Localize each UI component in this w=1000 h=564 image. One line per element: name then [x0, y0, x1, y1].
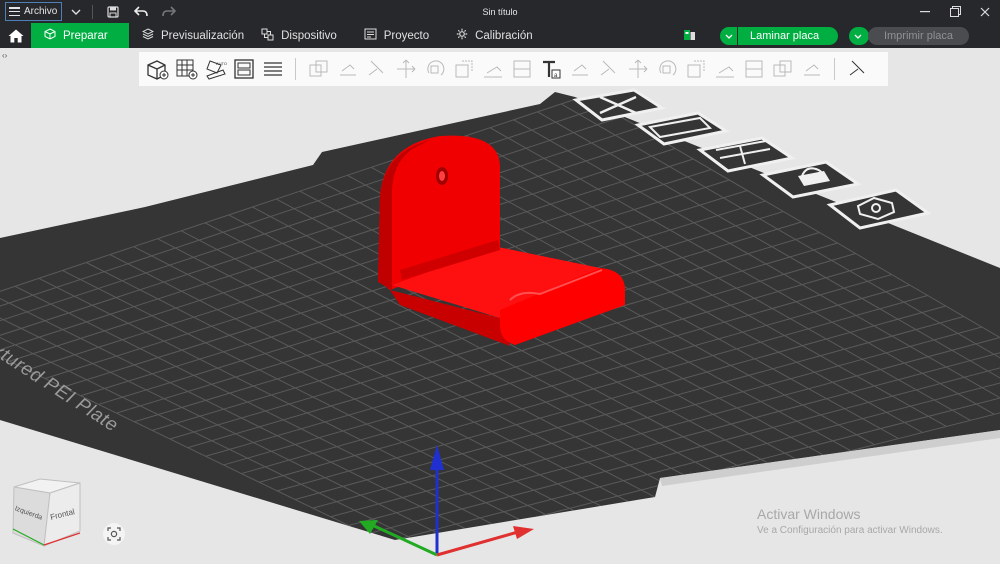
arrange-icon-graphic [233, 59, 254, 79]
split-parts-icon-graphic [687, 60, 704, 78]
layers-icon [141, 28, 155, 43]
cut-icon[interactable] [420, 55, 449, 83]
project-icon [364, 28, 377, 43]
assembly-icon[interactable] [623, 55, 652, 83]
title-bar: Archivo Sin título [0, 0, 1000, 23]
device-icon [261, 28, 274, 44]
file-menu-button[interactable]: Archivo [5, 2, 62, 21]
tab-label: Calibración [475, 29, 533, 42]
home-icon[interactable] [0, 23, 31, 48]
measure-icon[interactable] [594, 55, 623, 83]
emboss-icon-graphic [773, 60, 791, 77]
variable-layer-icon-graphic [715, 66, 734, 78]
lay-on-face-icon-graphic [396, 59, 415, 78]
split-objects-icon-graphic [658, 60, 676, 76]
tab-dispositivo[interactable]: Dispositivo [257, 23, 350, 48]
tab-label: Dispositivo [281, 29, 337, 42]
emboss-icon[interactable] [768, 55, 797, 83]
tab-calibracion[interactable]: Calibración [442, 23, 546, 48]
arrange-icon[interactable] [229, 55, 258, 83]
toolbar-separator [834, 58, 835, 80]
hamburger-icon [9, 7, 20, 16]
assembly-view-icon[interactable] [843, 55, 872, 83]
tab-proyecto[interactable]: Proyecto [350, 23, 442, 48]
camera-icon [107, 527, 121, 541]
move-icon[interactable] [304, 55, 333, 83]
print-plate-dropdown[interactable] [849, 27, 869, 45]
close-icon[interactable] [970, 0, 1000, 23]
measure-icon-graphic [600, 60, 615, 76]
support-paint-icon[interactable] [478, 55, 507, 83]
add-object-icon[interactable] [142, 55, 171, 83]
split-parts-icon[interactable] [681, 55, 710, 83]
scale-icon-graphic [368, 60, 383, 76]
seam-paint-icon-graphic [513, 60, 530, 78]
layers-list-icon[interactable] [258, 55, 287, 83]
camera-view-button[interactable] [103, 523, 125, 545]
rotate-icon-graphic [339, 64, 356, 76]
main-tabs-bar: Preparar Previsualización Dispositivo Pr… [0, 23, 1000, 48]
build-plate-scene [0, 88, 1000, 557]
rotate-icon[interactable] [333, 55, 362, 83]
ruler-icon-graphic [803, 64, 820, 76]
activation-watermark-title: Activar Windows [757, 506, 861, 522]
cut-icon-graphic [426, 60, 444, 76]
print-plate-label: Imprimir placa [883, 30, 954, 42]
mesh-boolean-icon-graphic [455, 60, 472, 78]
tab-label: Preparar [63, 29, 108, 42]
activation-watermark-subtitle: Ve a Configuración para activar Windows. [757, 525, 943, 536]
mesh-boolean-icon[interactable] [449, 55, 478, 83]
undo-icon[interactable] [133, 6, 149, 17]
ruler-icon[interactable] [797, 55, 826, 83]
add-plate-icon[interactable] [171, 55, 200, 83]
scale-icon[interactable] [362, 55, 391, 83]
assembly-view-icon-graphic [849, 60, 864, 76]
support-paint-icon-graphic [483, 66, 502, 78]
tab-preparar[interactable]: Preparar [31, 23, 129, 48]
brim-ears-icon[interactable] [739, 55, 768, 83]
multi-device-icon[interactable] [683, 29, 696, 45]
assembly-icon-graphic [628, 59, 647, 78]
restore-icon[interactable] [940, 0, 970, 23]
cube-outline-icon [44, 28, 56, 43]
move-icon-graphic [309, 60, 327, 77]
minimize-icon[interactable] [910, 0, 940, 23]
save-icon[interactable] [105, 5, 121, 18]
layers-list-icon-graphic [263, 62, 282, 76]
auto-orient-icon-graphic: AUTO [205, 60, 227, 80]
object-toolbar: AUTO a [139, 52, 888, 86]
chevron-down-icon[interactable] [70, 9, 82, 15]
add-plate-icon-graphic [176, 59, 197, 80]
svg-text:AUTO: AUTO [216, 61, 227, 66]
chevron-down-icon[interactable] [849, 27, 867, 45]
3d-viewport[interactable]: Textured PEI Plate Izquierda Frontal [0, 48, 1000, 564]
lay-on-face-icon[interactable] [391, 55, 420, 83]
text-icon-graphic: a [542, 60, 560, 79]
slice-plate-label: Laminar placa [750, 30, 820, 42]
toolbar-separator [295, 58, 296, 80]
text-icon[interactable]: a [536, 55, 565, 83]
variable-layer-icon[interactable] [710, 55, 739, 83]
chevron-down-icon[interactable] [720, 27, 738, 45]
tab-previsualizacion[interactable]: Previsualización [129, 23, 257, 48]
slice-plate-button[interactable]: Laminar placa [720, 27, 838, 45]
tab-label: Proyecto [383, 29, 430, 42]
tab-label: Previsualización [161, 29, 245, 42]
split-objects-icon[interactable] [652, 55, 681, 83]
auto-orient-icon[interactable]: AUTO [200, 55, 229, 83]
seam-paint-icon[interactable] [507, 55, 536, 83]
brim-ears-icon-graphic [745, 60, 762, 78]
svg-icon-graphic [571, 64, 588, 76]
window-title: Sin título [482, 6, 518, 17]
print-plate-button[interactable]: Imprimir placa [868, 27, 969, 45]
file-menu-label: Archivo [24, 6, 58, 17]
redo-icon[interactable] [161, 6, 177, 17]
calibration-icon [456, 28, 468, 43]
svg-icon[interactable] [565, 55, 594, 83]
add-object-icon-graphic [146, 60, 168, 80]
sidebar-toggle-icon[interactable]: ‹› [2, 51, 7, 60]
